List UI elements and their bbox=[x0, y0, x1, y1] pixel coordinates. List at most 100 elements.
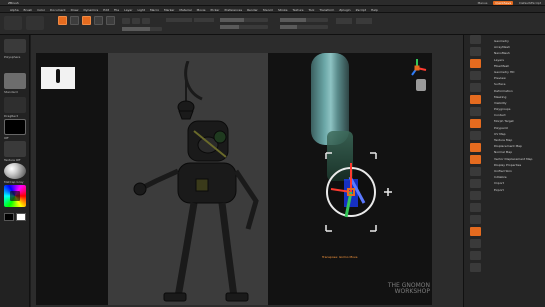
menu-item[interactable]: Document bbox=[50, 8, 66, 12]
color-picker-value-box bbox=[10, 191, 20, 201]
aahalf-button[interactable] bbox=[470, 95, 481, 104]
scroll-button[interactable] bbox=[470, 59, 481, 68]
transpose-gizmo-icon[interactable] bbox=[306, 147, 396, 237]
m-button[interactable] bbox=[142, 18, 150, 24]
gizmo-caption: Transpose: Gizmo Move bbox=[322, 255, 358, 259]
rotate-mode-button[interactable] bbox=[106, 16, 115, 25]
subpalette-item[interactable]: Export bbox=[494, 187, 544, 193]
draw-mode-button[interactable] bbox=[70, 16, 79, 25]
transp-button[interactable] bbox=[470, 227, 481, 236]
zoom-view-button[interactable] bbox=[470, 191, 481, 200]
line-fill-button[interactable] bbox=[470, 215, 481, 224]
ghost-button[interactable] bbox=[470, 239, 481, 248]
frame-button[interactable] bbox=[470, 167, 481, 176]
lightbox-button[interactable] bbox=[26, 16, 44, 30]
quicksave-button[interactable]: QuickSave bbox=[493, 1, 514, 5]
menu-item[interactable]: Color bbox=[37, 8, 45, 12]
stroke-thumbnail[interactable] bbox=[4, 97, 26, 113]
material-label: MatCap Gray bbox=[4, 180, 24, 184]
projection-master-button[interactable] bbox=[4, 16, 22, 30]
menu-item[interactable]: Macro bbox=[150, 8, 159, 12]
main-color-swatch[interactable] bbox=[4, 213, 14, 221]
top-toolbar bbox=[0, 13, 545, 35]
local-button[interactable] bbox=[470, 131, 481, 140]
texture-thumbnail[interactable] bbox=[4, 141, 26, 157]
title-right-controls: Menus QuickSave DefaultZScript bbox=[478, 1, 541, 5]
menu-items: Alpha Brush Color Document Draw Dynamics Edit F… bbox=[10, 8, 378, 12]
actual-button[interactable] bbox=[470, 83, 481, 92]
solo-button[interactable] bbox=[470, 251, 481, 260]
xpose-button[interactable] bbox=[470, 263, 481, 272]
menu-bar: Alpha Brush Color Document Draw Dynamics Edit F… bbox=[0, 6, 545, 13]
menu-item[interactable]: Dynamics bbox=[83, 8, 98, 12]
zoom-button[interactable] bbox=[470, 71, 481, 80]
app-title: ZBrush bbox=[8, 1, 19, 5]
menu-item[interactable]: Preferences bbox=[224, 8, 242, 12]
menu-item[interactable]: Tool bbox=[308, 8, 314, 12]
menu-item[interactable]: Stroke bbox=[278, 8, 288, 12]
bpr-button[interactable] bbox=[470, 35, 481, 44]
watermark-line-2: WORKSHOP bbox=[394, 288, 430, 295]
right-vertical-toolbar bbox=[468, 35, 484, 307]
menu-item[interactable]: Movie bbox=[197, 8, 206, 12]
menu-item[interactable]: Help bbox=[371, 8, 378, 12]
total-points-readout bbox=[356, 18, 372, 24]
draw-size-slider[interactable] bbox=[220, 25, 268, 29]
current-tool-thumbnail[interactable] bbox=[4, 39, 26, 53]
scale-mode-button[interactable] bbox=[94, 16, 103, 25]
document-canvas[interactable]: Transpose: Gizmo Move THE GNOMON WORKSHO… bbox=[36, 53, 432, 305]
rgb-intensity-slider[interactable] bbox=[122, 27, 162, 31]
move-mode-button[interactable] bbox=[82, 16, 91, 25]
current-tool-label: Polysphere bbox=[4, 55, 21, 59]
brush-label: Standard bbox=[4, 90, 18, 94]
menu-item[interactable]: Material bbox=[179, 8, 191, 12]
rgb-button[interactable] bbox=[132, 18, 140, 24]
menu-item[interactable]: Marker bbox=[164, 8, 174, 12]
menu-item[interactable]: Draw bbox=[71, 8, 79, 12]
menu-item[interactable]: Texture bbox=[293, 8, 304, 12]
rotate-view-button[interactable] bbox=[470, 203, 481, 212]
menu-item[interactable]: Stencil bbox=[263, 8, 273, 12]
active-points-readout bbox=[336, 18, 352, 24]
zsub-button[interactable] bbox=[194, 18, 214, 22]
lsym-button[interactable] bbox=[470, 143, 481, 152]
persp-button[interactable] bbox=[470, 107, 481, 116]
menu-item[interactable]: Edit bbox=[103, 8, 109, 12]
menu-item[interactable]: Alpha bbox=[10, 8, 19, 12]
spix-button[interactable] bbox=[470, 47, 481, 56]
menu-item[interactable]: Transform bbox=[319, 8, 334, 12]
menu-item[interactable]: Brush bbox=[24, 8, 33, 12]
xyz-button[interactable] bbox=[470, 155, 481, 164]
viewport: Transpose: Gizmo Move THE GNOMON WORKSHO… bbox=[31, 35, 463, 307]
menu-item[interactable]: File bbox=[114, 8, 119, 12]
mrgb-button[interactable] bbox=[122, 18, 130, 24]
texture-label: Texture Off bbox=[4, 158, 21, 162]
lock-icon[interactable] bbox=[416, 79, 426, 91]
menu-item[interactable]: Render bbox=[247, 8, 258, 12]
floor-button[interactable] bbox=[470, 119, 481, 128]
alpha-thumbnail[interactable] bbox=[4, 119, 26, 135]
secondary-color-swatch[interactable] bbox=[16, 213, 26, 221]
menu-item[interactable]: Picker bbox=[211, 8, 220, 12]
move-view-button[interactable] bbox=[470, 179, 481, 188]
right-tray: Geometry ArrayMesh NanoMesh Layers FiberMesh… bbox=[463, 35, 545, 307]
menu-item[interactable]: Light bbox=[137, 8, 145, 12]
brush-thumbnail[interactable] bbox=[4, 73, 26, 89]
axis-gizmo-icon[interactable] bbox=[406, 57, 428, 79]
focal-shift-slider[interactable] bbox=[220, 18, 268, 22]
zadd-button[interactable] bbox=[166, 18, 192, 22]
menu-item[interactable]: Layer bbox=[124, 8, 132, 12]
watermark: THE GNOMON WORKSHOP bbox=[368, 283, 430, 295]
menu-item[interactable]: Zscript bbox=[356, 8, 366, 12]
edit-mode-button[interactable] bbox=[58, 16, 67, 25]
menu-item[interactable]: Zplugin bbox=[339, 8, 350, 12]
default-zscript[interactable]: DefaultZScript bbox=[519, 1, 541, 5]
material-thumbnail[interactable] bbox=[4, 163, 26, 179]
left-shelf: Polysphere Standard DragRect Off Texture… bbox=[0, 35, 30, 307]
alpha-label: Off bbox=[4, 136, 9, 140]
z-intensity-slider[interactable] bbox=[280, 18, 328, 22]
navigator-thumbnail[interactable] bbox=[41, 67, 75, 89]
menus-toggle[interactable]: Menus bbox=[478, 1, 488, 5]
dynamic-size-slider[interactable] bbox=[280, 25, 328, 29]
tool-subpalettes: Geometry ArrayMesh NanoMesh Layers FiberMesh… bbox=[494, 38, 544, 193]
